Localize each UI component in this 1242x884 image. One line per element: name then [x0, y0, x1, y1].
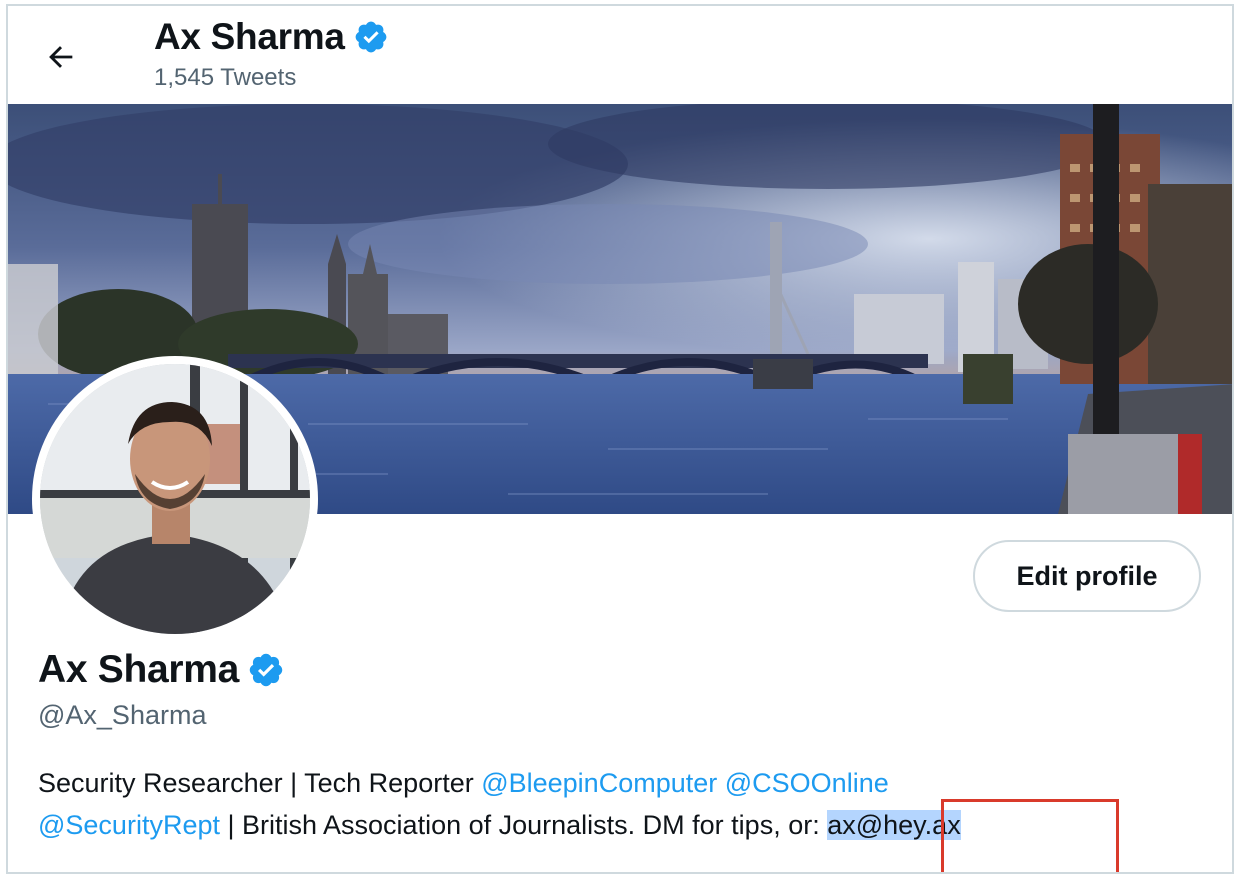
bio-text: | British Association of Journalists. DM…: [219, 810, 828, 840]
header-name-text: Ax Sharma: [154, 16, 345, 57]
mention-link[interactable]: @SecurityRept: [38, 810, 220, 840]
bio-space: [717, 768, 725, 798]
email-highlight-box: [941, 799, 1119, 872]
profile-name: Ax Sharma: [38, 648, 285, 692]
profile-avatar[interactable]: [32, 356, 318, 642]
profile-handle: @Ax_Sharma: [38, 700, 207, 730]
header-title: Ax Sharma: [154, 16, 389, 58]
edit-profile-button[interactable]: Edit profile: [973, 540, 1201, 612]
verified-badge-icon: [355, 21, 386, 53]
mention-link[interactable]: @BleepinComputer: [481, 768, 717, 798]
tweet-count: 1,545 Tweets: [154, 64, 297, 91]
mention-link[interactable]: @CSOOnline: [725, 768, 889, 798]
arrow-left-icon: [49, 46, 73, 68]
profile-header: Ax Sharma 1,545 Tweets: [8, 6, 1232, 104]
back-button[interactable]: [34, 30, 88, 84]
profile-name-text: Ax Sharma: [38, 648, 240, 691]
verified-badge-icon: [249, 653, 283, 687]
profile-page: Ax Sharma 1,545 Tweets Edit profile Ax S…: [6, 4, 1234, 874]
bio-text: Security Researcher | Tech Reporter: [38, 768, 482, 798]
